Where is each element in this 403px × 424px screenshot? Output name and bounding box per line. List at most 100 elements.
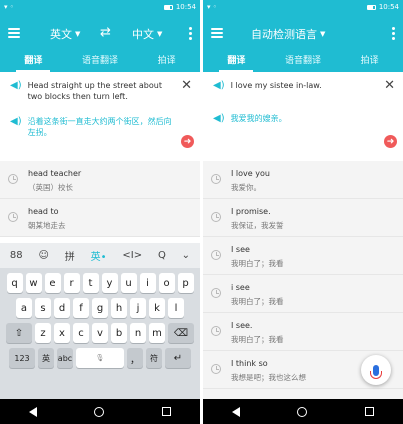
- status-time: 10:54: [378, 3, 399, 11]
- history-target: （英国）校长: [28, 183, 73, 192]
- app-toolbar: 英文 ▼ ⇄ 中文 ▼: [0, 14, 200, 52]
- more-options-icon[interactable]: [391, 27, 395, 40]
- key[interactable]: u: [120, 273, 137, 293]
- history-clock-icon: [8, 174, 18, 184]
- history-item[interactable]: I see. 我明白了；我看: [203, 313, 403, 351]
- key[interactable]: g: [92, 298, 108, 318]
- source-text[interactable]: Head straight up the street about two bl…: [28, 80, 192, 102]
- english-mode-button[interactable]: 英•: [91, 248, 107, 263]
- key[interactable]: i: [139, 273, 156, 293]
- search-icon[interactable]: Q: [158, 250, 166, 261]
- key[interactable]: t: [82, 273, 99, 293]
- key[interactable]: x: [54, 323, 70, 343]
- tab-bar: 翻译 语音翻译 拍译: [0, 52, 200, 72]
- backspace-key[interactable]: ⌫: [168, 323, 194, 343]
- status-icons: ▾ ◦: [207, 3, 217, 11]
- language-key[interactable]: 英: [38, 348, 54, 368]
- tab-photo-translate[interactable]: 拍译: [133, 52, 200, 72]
- send-arrow-icon[interactable]: ➜: [384, 135, 397, 148]
- key[interactable]: n: [130, 323, 146, 343]
- key[interactable]: r: [63, 273, 80, 293]
- nav-back-icon[interactable]: [231, 406, 240, 417]
- nav-recents-icon[interactable]: [365, 407, 375, 416]
- keyboard-grid-icon[interactable]: 88: [10, 250, 23, 261]
- key[interactable]: f: [73, 298, 89, 318]
- key[interactable]: h: [111, 298, 127, 318]
- key[interactable]: v: [92, 323, 108, 343]
- key[interactable]: p: [177, 273, 194, 293]
- translation-panel: ◀) Head straight up the street about two…: [0, 72, 200, 161]
- history-target: 我明白了；我看: [231, 335, 284, 344]
- history-item[interactable]: i see 我明白了；我看: [203, 275, 403, 313]
- shift-key[interactable]: ⇧: [6, 323, 32, 343]
- nav-home-icon[interactable]: [297, 406, 308, 417]
- source-language-label: 英文: [50, 28, 72, 41]
- tab-translate[interactable]: 翻译: [0, 52, 67, 72]
- nav-back-icon[interactable]: [28, 406, 37, 417]
- close-icon[interactable]: ✕: [181, 78, 192, 93]
- app-toolbar: 自动检测语言 ▼: [203, 14, 403, 52]
- key[interactable]: w: [25, 273, 42, 293]
- key[interactable]: z: [35, 323, 51, 343]
- key[interactable]: s: [35, 298, 51, 318]
- key[interactable]: l: [168, 298, 184, 318]
- history-clock-icon: [211, 364, 221, 374]
- key[interactable]: j: [130, 298, 146, 318]
- speaker-icon[interactable]: ◀): [213, 80, 225, 91]
- source-language-selector[interactable]: 英文 ▼: [50, 26, 80, 42]
- comma-key[interactable]: ，: [127, 348, 143, 368]
- close-icon[interactable]: ✕: [384, 78, 395, 93]
- history-clock-icon: [211, 250, 221, 260]
- key[interactable]: b: [111, 323, 127, 343]
- tab-voice-translate[interactable]: 语音翻译: [270, 52, 337, 72]
- source-text[interactable]: I love my sistee in-law.: [231, 80, 336, 91]
- history-item[interactable]: I promise. 我保证，我发誓: [203, 199, 403, 237]
- translation-panel: ◀) I love my sistee in-law. ✕ ◀) 我爱我的嫂亲。…: [203, 72, 403, 161]
- key[interactable]: m: [149, 323, 165, 343]
- key[interactable]: d: [54, 298, 70, 318]
- history-target: 我保证，我发誓: [231, 221, 284, 230]
- send-arrow-icon[interactable]: ➜: [181, 135, 194, 148]
- abc-key[interactable]: abc: [57, 348, 73, 368]
- tab-translate[interactable]: 翻译: [203, 52, 270, 72]
- space-key[interactable]: 🎙: [76, 348, 124, 368]
- history-item[interactable]: head teacher （英国）校长: [0, 161, 200, 199]
- voice-input-button[interactable]: [361, 355, 391, 385]
- more-options-icon[interactable]: [188, 27, 192, 40]
- speaker-icon[interactable]: ◀): [213, 113, 225, 124]
- key[interactable]: k: [149, 298, 165, 318]
- speaker-icon[interactable]: ◀): [10, 116, 22, 138]
- tab-voice-translate[interactable]: 语音翻译: [67, 52, 134, 72]
- menu-icon[interactable]: [8, 28, 20, 38]
- swap-languages-icon[interactable]: ⇄: [100, 25, 111, 40]
- menu-icon[interactable]: [211, 28, 223, 38]
- key[interactable]: q: [6, 273, 23, 293]
- history-list: head teacher （英国）校长 head to 朝某地走去: [0, 161, 200, 237]
- tab-photo-translate[interactable]: 拍译: [336, 52, 403, 72]
- speaker-icon[interactable]: ◀): [10, 80, 22, 102]
- left-screen: ▾ ◦ 10:54 英文 ▼ ⇄ 中文 ▼ 翻译 语音翻译 拍译 ◀) Head…: [0, 0, 200, 424]
- key[interactable]: y: [101, 273, 118, 293]
- numbers-key[interactable]: 123: [9, 348, 35, 368]
- collapse-keyboard-icon[interactable]: ⌄: [182, 250, 190, 261]
- symbols-key[interactable]: 符: [146, 348, 162, 368]
- language-detect-selector[interactable]: 自动检测语言 ▼: [251, 26, 325, 42]
- caret-down-icon: ▼: [320, 30, 326, 38]
- key[interactable]: c: [73, 323, 89, 343]
- target-language-selector[interactable]: 中文 ▼: [132, 26, 162, 42]
- pinyin-button[interactable]: 拼: [65, 248, 75, 263]
- translated-text: 沿着这条街一直走大约两个街区，然后向左拐。: [27, 117, 172, 137]
- key[interactable]: o: [158, 273, 175, 293]
- tab-bar: 翻译 语音翻译 拍译: [203, 52, 403, 72]
- history-item[interactable]: I see 我明白了；我看: [203, 237, 403, 275]
- history-target: 朝某地走去: [28, 221, 66, 230]
- history-item[interactable]: I love you 我爱你。: [203, 161, 403, 199]
- key[interactable]: a: [16, 298, 32, 318]
- enter-key[interactable]: ↵: [165, 348, 191, 368]
- nav-home-icon[interactable]: [94, 406, 105, 417]
- key[interactable]: e: [44, 273, 61, 293]
- history-item[interactable]: head to 朝某地走去: [0, 199, 200, 237]
- cursor-icon[interactable]: <I>: [122, 250, 142, 261]
- emoji-icon[interactable]: ☺: [39, 250, 49, 261]
- nav-recents-icon[interactable]: [162, 407, 172, 416]
